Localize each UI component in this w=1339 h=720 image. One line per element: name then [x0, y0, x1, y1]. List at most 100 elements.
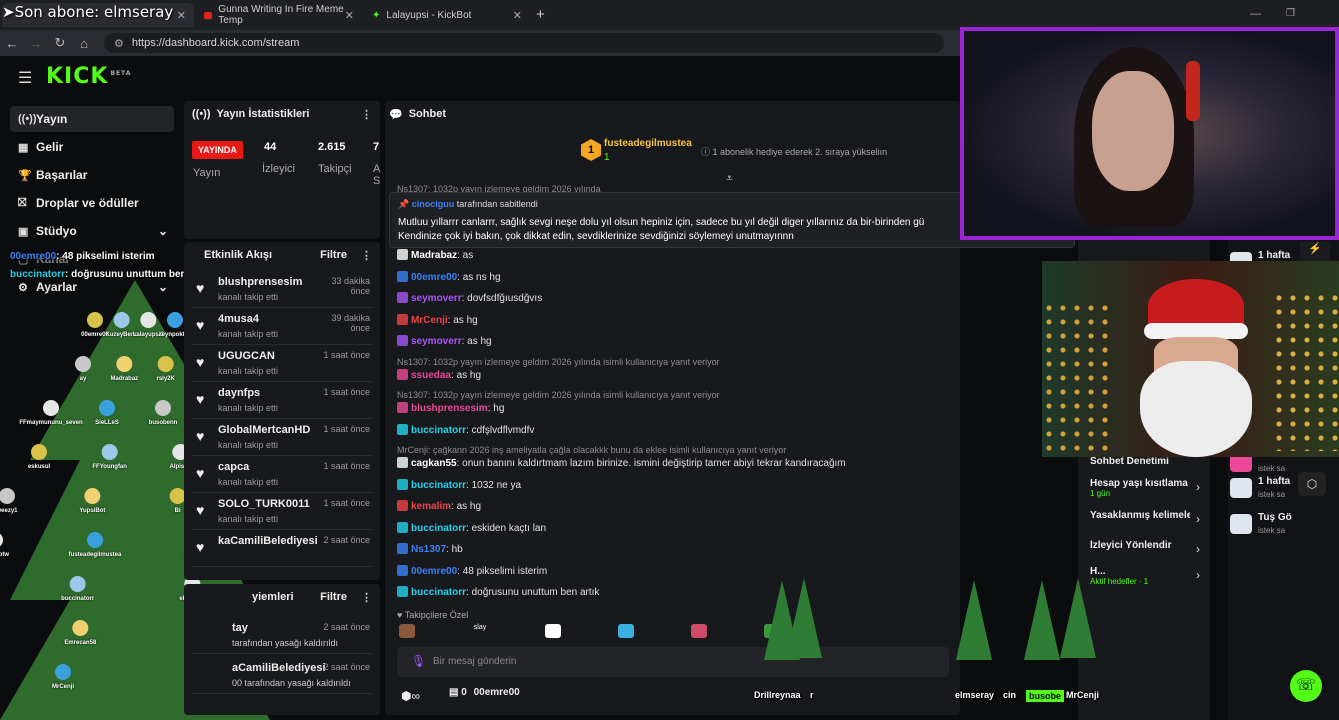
chat-text: : onun banını kaldırtmam lazım birinize.…: [456, 458, 846, 469]
mod-tool-item[interactable]: H... Aktif hedefler · 1 ›: [1090, 566, 1206, 586]
home-icon[interactable]: ⌂: [72, 36, 96, 51]
chat-username[interactable]: buccinatorr: [411, 480, 466, 491]
mod-tool-item[interactable]: İzleyici Yönlendir ›: [1090, 540, 1206, 556]
url-field[interactable]: ⚙ https://dashboard.kick.com/stream: [104, 33, 944, 53]
activity-row[interactable]: ♥ GlobalMertcanHD kanalı takip etti 1 saat …: [192, 420, 372, 456]
mod-tool-item[interactable]: Sohbet Denetimi: [1090, 456, 1206, 467]
chat-username[interactable]: Ns1307: [411, 544, 446, 555]
reply-line: MrCenji: çağkann 2026 inş ameliyatla çağ…: [397, 445, 787, 455]
menu-icon[interactable]: ☰: [18, 68, 32, 88]
chat-username[interactable]: blushprensesim: [411, 403, 488, 414]
action-label: 1 hafta: [1258, 476, 1291, 487]
heart-icon: ♥: [196, 317, 205, 333]
activity-row[interactable]: ♥ blushprensesim kanalı takip etti 33 dakik…: [192, 272, 372, 308]
point-count: 0: [461, 687, 467, 698]
status-label: Yayın: [193, 167, 221, 179]
action-icon: [1230, 514, 1252, 534]
site-info-icon[interactable]: ⚙: [114, 37, 124, 50]
more-icon[interactable]: ⋮: [361, 591, 372, 604]
chat-text: : dovfsdfğıusdğvıs: [461, 293, 543, 304]
live-badge: YAYINDA: [192, 141, 243, 159]
ornament-label: Madrabaz: [110, 376, 138, 382]
close-icon[interactable]: ✕: [345, 9, 354, 22]
forward-icon[interactable]: →: [24, 36, 48, 51]
activity-row[interactable]: ♥ SOLO_TURK0011 kanalı takip etti 1 saat ön…: [192, 494, 372, 530]
chat-username[interactable]: 00emre00: [411, 272, 457, 283]
user-badge-icon: [397, 500, 408, 511]
more-icon[interactable]: ⋮: [361, 249, 372, 262]
sidebar-item-droplar[interactable]: ⛝ Droplar ve ödüller: [10, 190, 174, 216]
ornament: [75, 356, 91, 372]
ornament: [84, 488, 101, 504]
new-tab-icon[interactable]: +: [536, 6, 545, 23]
emote-icon[interactable]: [691, 624, 707, 638]
viewer-count: 44: [264, 141, 277, 153]
activity-row[interactable]: ♥ daynfps kanalı takip etti 1 saat önce: [192, 383, 372, 419]
chat-input[interactable]: 🎙 Bir mesaj gönderin: [397, 647, 949, 677]
moderation-time: 2 saat önce: [323, 622, 370, 632]
mod-tool-item[interactable]: Yasaklanmış kelimele ›: [1090, 510, 1206, 526]
chat-username[interactable]: buccinatorr: [411, 425, 466, 436]
sidebar-item-gelir[interactable]: ▦ Gelir: [10, 134, 174, 160]
sidebar-item-label: Başarılar: [36, 168, 88, 182]
maximize-icon[interactable]: ❐: [1286, 8, 1295, 19]
activity-row[interactable]: ♥ kaCamiliBelediyesi 2 saat önce: [192, 531, 372, 567]
reload-icon[interactable]: ↻: [48, 35, 72, 51]
emote-icon[interactable]: [399, 624, 415, 638]
chat-text: : as hg: [461, 336, 492, 347]
chat-username[interactable]: ssuedaa: [411, 370, 451, 381]
sub-note-text: 1 abonelik hediye ederek 2. sıraya yükse…: [712, 147, 888, 157]
moderation-row[interactable]: tay tarafından yasağı kaldırıldı 2 saat ön…: [192, 618, 372, 654]
emote-icon[interactable]: [545, 624, 561, 638]
tab-2[interactable]: Gunna Writing In Fire Meme Temp ✕: [196, 3, 362, 27]
activity-user: daynfps: [218, 387, 261, 399]
moderation-row[interactable]: aCamiliBelediyesi 00 tarafından yasağı ka…: [192, 658, 372, 694]
chat-username[interactable]: buccinatorr: [411, 523, 466, 534]
minimize-icon[interactable]: —: [1250, 8, 1261, 20]
user-badge-icon: [397, 543, 408, 554]
last-sub-overlay: ➤Son abone: elmseray: [2, 3, 173, 21]
support-icon[interactable]: ☏: [1290, 670, 1322, 702]
close-icon[interactable]: ✕: [513, 9, 522, 22]
filter-button[interactable]: Filtre: [320, 591, 347, 603]
sidebar-item-basarilar[interactable]: 🏆 Başarılar: [10, 162, 174, 188]
emote-icon[interactable]: [618, 624, 634, 638]
chat-username[interactable]: buccinatorr: [411, 587, 466, 598]
lightning-icon[interactable]: ⚡: [1300, 242, 1330, 262]
chat-username[interactable]: seymoverr: [411, 336, 462, 347]
chat-username[interactable]: 00emre00: [411, 566, 457, 577]
more-icon[interactable]: ⋮: [361, 108, 372, 121]
close-icon[interactable]: ✕: [177, 9, 186, 22]
user-badge-icon: [397, 249, 408, 260]
chat-username[interactable]: MrCenji: [411, 315, 448, 326]
back-icon[interactable]: ←: [0, 36, 24, 51]
moderation-time: 2 saat önce: [323, 662, 370, 672]
sidebar-item-yayin[interactable]: ((•)) Yayın: [10, 106, 174, 132]
chat-username[interactable]: seymoverr: [411, 293, 462, 304]
chat-username[interactable]: kemalim: [411, 501, 451, 512]
chat-username[interactable]: cagkan55: [411, 458, 457, 469]
activity-user: capca: [218, 461, 250, 473]
collapse-icon[interactable]: ⩡: [726, 171, 733, 186]
filter-button[interactable]: Filtre: [320, 249, 347, 261]
tab-3[interactable]: ✦ Lalayupsi - KickBot ✕: [364, 3, 530, 27]
heart-icon: ♥: [196, 502, 205, 518]
sidebar-item-studyo[interactable]: ▣ Stüdyo ⌄: [10, 218, 174, 244]
chat-title: Sohbet: [408, 108, 446, 120]
ornament: [157, 356, 174, 372]
mod-tool-item[interactable]: Hesap yaşı kısıtlama 1 gün ›: [1090, 478, 1206, 498]
dancing-tree: [956, 580, 992, 660]
third-stat: 7: [373, 141, 380, 153]
activity-row[interactable]: ♥ capca kanalı takip etti 1 saat önce: [192, 457, 372, 493]
emote-icon[interactable]: slay: [472, 624, 488, 638]
activity-row[interactable]: ♥ UGUGCAN kanalı takip etti 1 saat önce: [192, 346, 372, 382]
shield-icon[interactable]: ⬡: [1298, 472, 1326, 496]
chat-username[interactable]: Madrabaz: [411, 250, 457, 261]
mic-icon[interactable]: 🎙: [411, 654, 426, 668]
stats-icon[interactable]: ⬢∞: [401, 689, 420, 703]
moderation-sub: 00 tarafından yasağı kaldırıldı: [232, 678, 351, 688]
activity-row[interactable]: ♥ 4musa4 kanalı takip etti 39 dakika önce: [192, 309, 372, 345]
follower-label: Takipçi: [318, 163, 352, 175]
mod-tool-sub: Aktif hedefler · 1: [1090, 577, 1149, 586]
kick-logo[interactable]: KICK BETA: [46, 64, 131, 89]
